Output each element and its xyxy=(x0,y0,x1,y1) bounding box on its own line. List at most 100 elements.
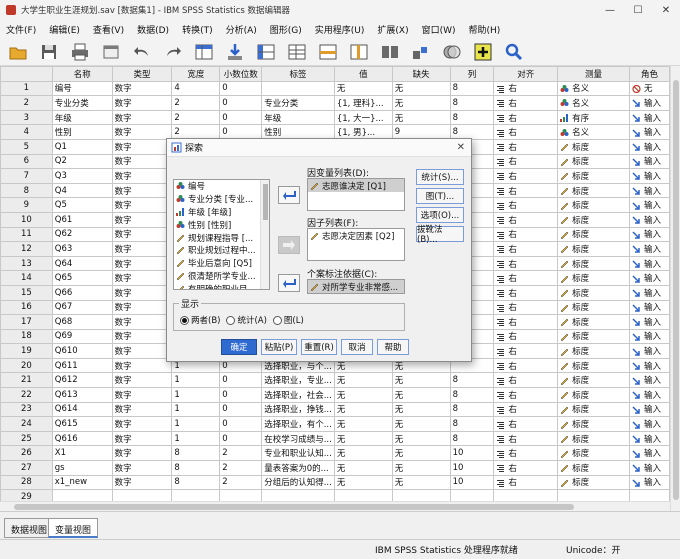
role-cell[interactable]: 输入 xyxy=(628,314,670,330)
open-icon[interactable] xyxy=(6,41,30,63)
columns-cell[interactable]: 10 xyxy=(449,460,495,476)
column-header-missing[interactable]: 缺失 xyxy=(391,66,451,82)
label-cases-field[interactable]: 对所学专业非常感... xyxy=(307,279,405,294)
measure-cell[interactable]: 标度 xyxy=(557,430,630,447)
type-cell[interactable]: 数字 xyxy=(111,197,173,213)
row-number[interactable]: 21 xyxy=(0,372,53,389)
source-variable-item[interactable]: 有明确的职业目... xyxy=(174,282,269,289)
goto-variable-icon[interactable] xyxy=(223,41,247,63)
measure-cell[interactable]: 有序 xyxy=(557,109,630,126)
width-cell[interactable]: 1 xyxy=(171,387,221,403)
width-cell[interactable]: 8 xyxy=(171,445,221,462)
align-cell[interactable]: 右 xyxy=(493,343,559,359)
width-cell[interactable]: 2 xyxy=(171,95,221,111)
missing-cell[interactable]: 无 xyxy=(391,387,451,403)
decimals-cell[interactable]: 0 xyxy=(219,416,263,432)
measure-cell[interactable]: 标度 xyxy=(557,474,630,491)
values-cell[interactable]: {1, 理科}... xyxy=(333,95,393,111)
row-number[interactable]: 4 xyxy=(0,124,53,140)
menu-file[interactable]: 文件(F) xyxy=(2,23,45,36)
source-variable-item[interactable]: 年级 [年级] xyxy=(174,206,269,219)
move-to-factor-button[interactable] xyxy=(278,236,300,254)
measure-cell[interactable]: 标度 xyxy=(557,372,630,389)
label-cell[interactable]: 专业分类 xyxy=(261,95,335,111)
row-number[interactable]: 18 xyxy=(0,328,53,345)
align-cell[interactable]: 右 xyxy=(493,430,559,447)
variables-icon[interactable] xyxy=(254,41,278,63)
measure-cell[interactable]: 标度 xyxy=(557,416,630,432)
missing-cell[interactable]: 无 xyxy=(391,416,451,432)
role-cell[interactable]: 无 xyxy=(628,80,670,97)
columns-cell[interactable]: 8 xyxy=(449,430,495,447)
label-cell[interactable]: 量表答案为0的... xyxy=(261,460,335,476)
role-cell[interactable]: 输入 xyxy=(628,95,670,111)
name-cell[interactable]: Q616 xyxy=(51,430,113,447)
label-cell[interactable]: 在校学习成绩与... xyxy=(261,430,335,447)
measure-cell[interactable]: 标度 xyxy=(557,328,630,345)
statistics-button[interactable]: 统计(S)... xyxy=(416,169,464,185)
measure-cell[interactable]: 名义 xyxy=(557,95,630,111)
save-icon[interactable] xyxy=(37,41,61,63)
decimals-cell[interactable]: 0 xyxy=(219,95,263,111)
values-cell[interactable]: 无 xyxy=(333,416,393,432)
row-number[interactable]: 6 xyxy=(0,153,53,170)
columns-cell[interactable]: 8 xyxy=(449,401,495,418)
missing-cell[interactable]: 无 xyxy=(391,109,451,126)
align-cell[interactable]: 右 xyxy=(493,168,559,184)
align-cell[interactable]: 右 xyxy=(493,95,559,111)
name-cell[interactable]: Q4 xyxy=(51,182,113,199)
column-header-role[interactable]: 角色 xyxy=(628,66,670,82)
name-cell[interactable]: 编号 xyxy=(51,80,113,97)
type-cell[interactable]: 数字 xyxy=(111,211,173,228)
name-cell[interactable]: 性别 xyxy=(51,124,113,140)
columns-cell[interactable]: 10 xyxy=(449,445,495,462)
tab-data-view[interactable]: 数据视图 xyxy=(4,518,55,538)
type-cell[interactable]: 数字 xyxy=(111,138,173,155)
name-cell[interactable]: Q67 xyxy=(51,299,113,316)
menu-transform[interactable]: 转换(T) xyxy=(178,23,222,36)
menu-window[interactable]: 窗口(W) xyxy=(418,23,465,36)
name-cell[interactable]: 专业分类 xyxy=(51,95,113,111)
type-cell[interactable]: 数字 xyxy=(111,153,173,170)
role-cell[interactable]: 输入 xyxy=(628,387,670,403)
type-cell[interactable]: 数字 xyxy=(111,430,173,447)
row-number[interactable]: 27 xyxy=(0,460,53,476)
type-cell[interactable]: 数字 xyxy=(111,241,173,257)
name-cell[interactable]: X1 xyxy=(51,445,113,462)
values-cell[interactable]: 无 xyxy=(333,80,393,97)
role-cell[interactable]: 输入 xyxy=(628,474,670,491)
factor-item[interactable]: 志愿决定因素 [Q2] xyxy=(308,229,404,242)
missing-cell[interactable]: 无 xyxy=(391,430,451,447)
name-cell[interactable]: Q3 xyxy=(51,168,113,184)
align-cell[interactable]: 右 xyxy=(493,372,559,389)
width-cell[interactable]: 8 xyxy=(171,474,221,491)
measure-cell[interactable]: 名义 xyxy=(557,124,630,140)
select-cases-icon[interactable] xyxy=(440,41,464,63)
paste-button[interactable]: 粘贴(P) xyxy=(261,339,297,355)
column-header-align[interactable]: 对齐 xyxy=(493,66,559,82)
menu-help[interactable]: 帮助(H) xyxy=(465,23,510,36)
type-cell[interactable]: 数字 xyxy=(111,284,173,301)
type-cell[interactable]: 数字 xyxy=(111,372,173,389)
columns-cell[interactable]: 8 xyxy=(449,95,495,111)
type-cell[interactable]: 数字 xyxy=(111,474,173,491)
source-variable-list[interactable]: 编号 专业分类 [专业... 年级 [年级] 性别 [性别] 规划课程指导 [... 职业… xyxy=(173,179,270,290)
menu-analyze[interactable]: 分析(A) xyxy=(222,23,266,36)
role-cell[interactable]: 输入 xyxy=(628,270,670,286)
width-cell[interactable]: 1 xyxy=(171,416,221,432)
role-cell[interactable]: 输入 xyxy=(628,168,670,184)
insert-cases-icon[interactable] xyxy=(316,41,340,63)
values-cell[interactable]: 无 xyxy=(333,445,393,462)
name-cell[interactable]: Q68 xyxy=(51,314,113,330)
ok-button[interactable]: 确定 xyxy=(221,339,257,355)
measure-cell[interactable]: 标度 xyxy=(557,211,630,228)
row-number[interactable]: 26 xyxy=(0,445,53,462)
column-header-width[interactable]: 宽度 xyxy=(171,66,221,82)
row-number[interactable]: 25 xyxy=(0,430,53,447)
columns-cell[interactable]: 8 xyxy=(449,80,495,97)
width-cell[interactable]: 4 xyxy=(171,80,221,97)
type-cell[interactable]: 数字 xyxy=(111,387,173,403)
role-cell[interactable]: 输入 xyxy=(628,284,670,301)
source-variable-item[interactable]: 专业分类 [专业... xyxy=(174,193,269,206)
row-number[interactable]: 2 xyxy=(0,95,53,111)
